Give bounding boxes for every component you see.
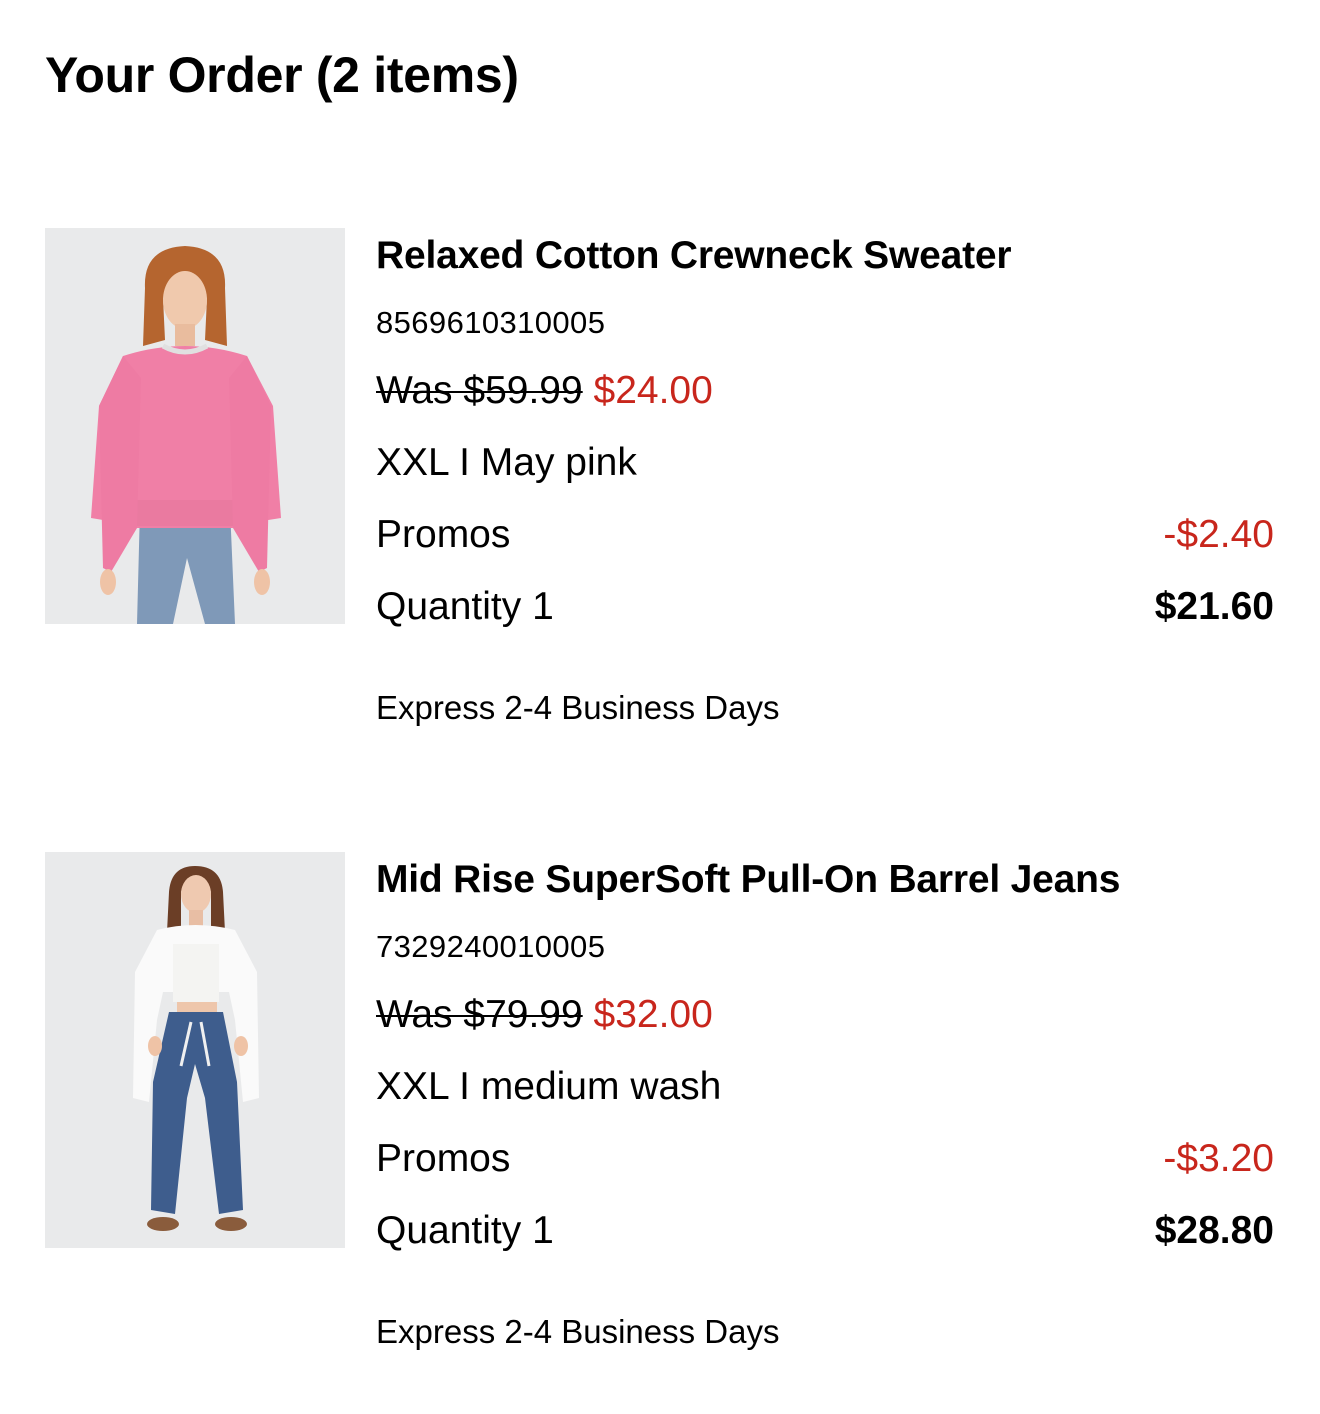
original-price: Was $79.99 <box>376 993 583 1036</box>
product-image-jeans[interactable] <box>45 852 345 1248</box>
promos-row: Promos -$3.20 <box>376 1136 1274 1182</box>
price-row: Was $79.99 $32.00 <box>376 992 1274 1038</box>
promos-row: Promos -$2.40 <box>376 512 1274 558</box>
quantity-label: Quantity 1 <box>376 585 554 628</box>
product-name[interactable]: Mid Rise SuperSoft Pull-On Barrel Jeans <box>376 857 1274 903</box>
sale-price: $24.00 <box>593 369 713 412</box>
product-variant: XXL I May pink <box>376 441 637 484</box>
promos-amount: -$2.40 <box>1163 513 1274 556</box>
product-variant: XXL I medium wash <box>376 1065 722 1108</box>
original-price: Was $59.99 <box>376 369 583 412</box>
product-image-sweater[interactable] <box>45 228 345 624</box>
shipping-method: Express 2-4 Business Days <box>376 1313 780 1350</box>
order-item: Relaxed Cotton Crewneck Sweater 85696103… <box>0 228 1320 748</box>
page-title: Your Order (2 items) <box>45 47 519 103</box>
product-sku: 8569610310005 <box>376 305 606 340</box>
line-total: $21.60 <box>1154 585 1274 628</box>
order-item: Mid Rise SuperSoft Pull-On Barrel Jeans … <box>0 852 1320 1372</box>
product-name[interactable]: Relaxed Cotton Crewneck Sweater <box>376 233 1274 279</box>
shipping-method: Express 2-4 Business Days <box>376 689 780 726</box>
line-total: $28.80 <box>1154 1209 1274 1252</box>
price-row: Was $59.99 $24.00 <box>376 368 1274 414</box>
product-sku: 7329240010005 <box>376 929 606 964</box>
promos-label: Promos <box>376 1137 511 1180</box>
quantity-label: Quantity 1 <box>376 1209 554 1252</box>
quantity-row: Quantity 1 $21.60 <box>376 584 1274 630</box>
promos-amount: -$3.20 <box>1163 1137 1274 1180</box>
sale-price: $32.00 <box>593 993 713 1036</box>
promos-label: Promos <box>376 513 511 556</box>
quantity-row: Quantity 1 $28.80 <box>376 1208 1274 1254</box>
